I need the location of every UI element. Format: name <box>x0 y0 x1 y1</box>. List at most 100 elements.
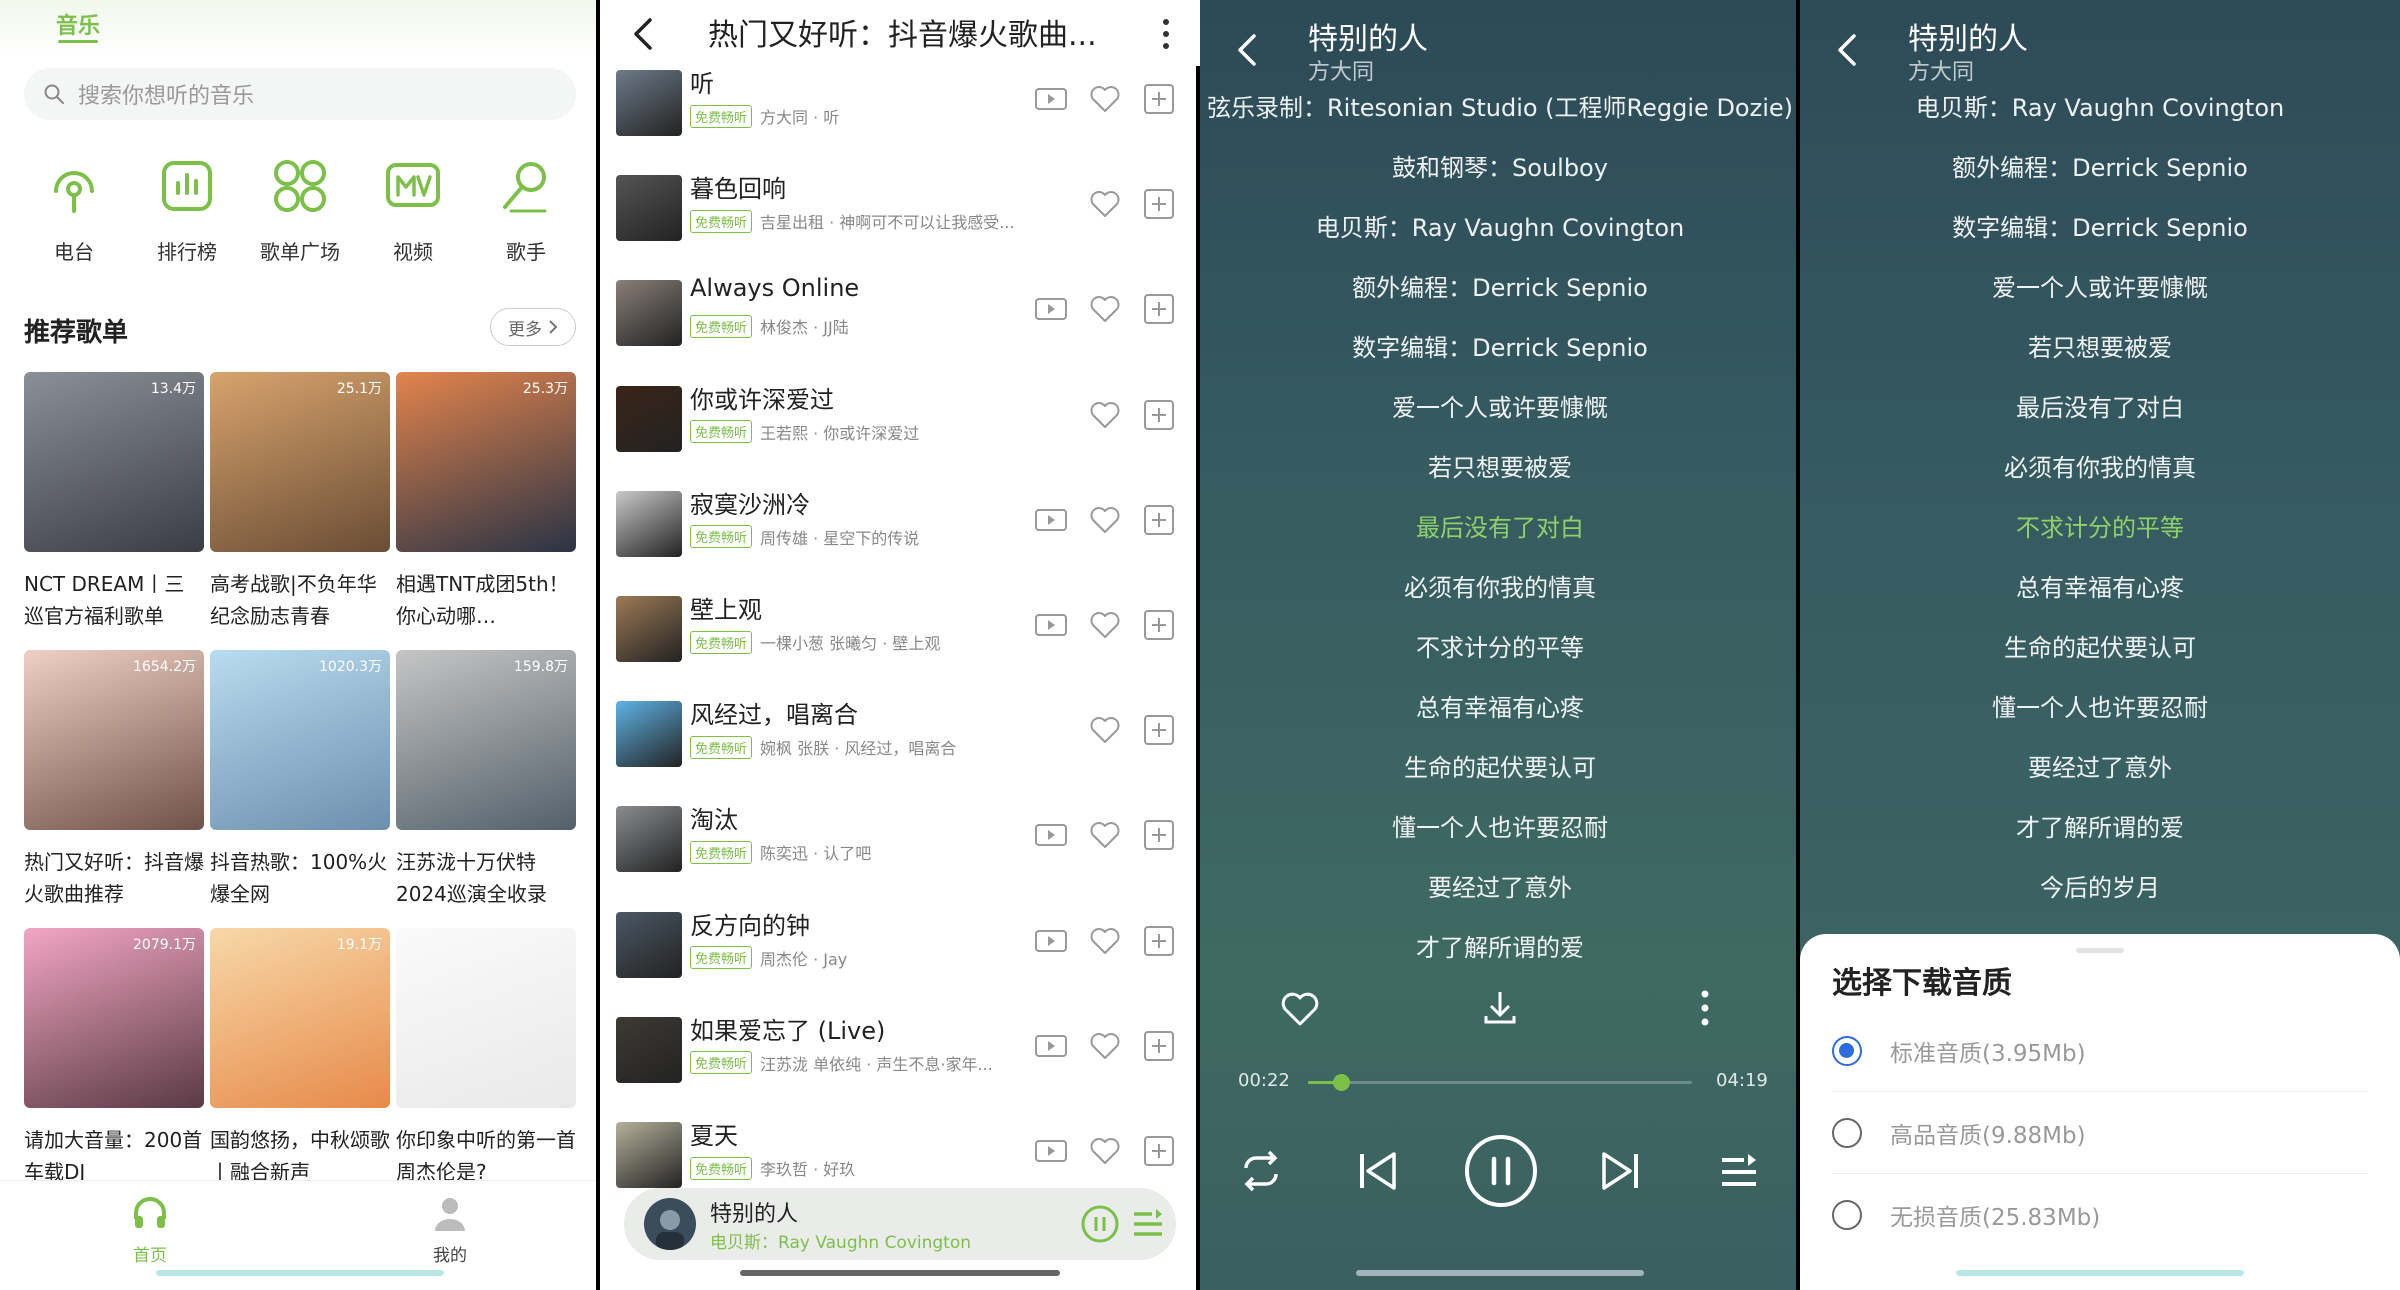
heart-icon[interactable] <box>1088 82 1122 116</box>
free-badge: 免费畅听 <box>690 104 753 128</box>
song-row[interactable]: 壁上观 免费畅听 一棵小葱 张曦匀 · 壁上观 <box>600 588 1200 693</box>
quick-link-charts[interactable]: 排行榜 <box>137 150 237 265</box>
add-icon[interactable] <box>1142 187 1176 221</box>
playlist-queue-icon[interactable] <box>1714 1146 1764 1196</box>
tab-music[interactable]: 音乐 <box>56 8 100 40</box>
song-row[interactable]: 寂寞沙洲冷 免费畅听 周传雄 · 星空下的传说 <box>600 483 1200 588</box>
mv-play-icon[interactable] <box>1034 818 1068 852</box>
more-vertical-icon[interactable] <box>1160 18 1172 50</box>
playlist-card[interactable]: 13.4万 NCT DREAM丨三巡官方福利歌单 <box>24 372 204 632</box>
song-row[interactable]: 风经过，唱离合 免费畅听 婉枫 张朕 · 风经过，唱离合 <box>600 693 1200 798</box>
song-row[interactable]: 如果爱忘了 (Live) 免费畅听 汪苏泷 单依纯 · 声生不息·家年... <box>600 1009 1200 1114</box>
mini-player[interactable]: 特别的人 电贝斯：Ray Vaughn Covington <box>624 1188 1176 1260</box>
radio-button[interactable] <box>1832 1118 1862 1148</box>
more-button[interactable]: 更多 <box>490 308 576 346</box>
nav-home[interactable]: 首页 <box>100 1193 200 1266</box>
back-arrow-icon[interactable] <box>624 14 664 54</box>
song-row[interactable]: 反方向的钟 免费畅听 周杰伦 · Jay <box>600 904 1200 1009</box>
back-arrow-icon[interactable] <box>1828 30 1868 70</box>
song-row[interactable]: 你或许深爱过 免费畅听 王若熙 · 你或许深爱过 <box>600 378 1200 483</box>
play-count: 25.3万 <box>522 381 568 397</box>
playlist-card[interactable]: 你印象中听的第一首周杰伦是? <box>396 928 576 1188</box>
quick-link-singers[interactable]: 歌手 <box>476 150 576 265</box>
mv-play-icon[interactable] <box>1034 1134 1068 1168</box>
lyric-line: 最后没有了对白 <box>2016 394 2184 422</box>
song-cover <box>616 701 682 768</box>
lyrics-view[interactable]: 电贝斯：Ray Vaughn Covington 额外编程：Derrick Sep… <box>1800 78 2400 918</box>
progress-knob[interactable] <box>1332 1074 1350 1091</box>
mv-play-icon[interactable] <box>1034 82 1068 116</box>
heart-icon[interactable] <box>1088 292 1122 326</box>
playlist-card[interactable]: 19.1万 国韵悠扬，中秋颂歌丨融合新声 <box>210 928 390 1188</box>
playlist-card[interactable]: 25.1万 高考战歌|不负年华纪念励志青春 <box>210 372 390 632</box>
song-row[interactable]: 淘汰 免费畅听 陈奕迅 · 认了吧 <box>600 798 1200 903</box>
radio-button[interactable] <box>1832 1036 1862 1066</box>
quality-option[interactable]: 标准音质(3.95Mb) <box>1832 1010 2368 1092</box>
previous-icon[interactable] <box>1352 1146 1402 1196</box>
heart-icon[interactable] <box>1088 1134 1122 1168</box>
heart-icon[interactable] <box>1088 818 1122 852</box>
chart-icon <box>162 161 212 211</box>
queue-icon[interactable] <box>1128 1204 1168 1244</box>
repeat-icon[interactable] <box>1236 1146 1286 1196</box>
playlist-card[interactable]: 1654.2万 热门又好听：抖音爆火歌曲推荐 <box>24 650 204 910</box>
quality-option[interactable]: 高品音质(9.88Mb) <box>1832 1092 2368 1174</box>
mv-play-icon[interactable] <box>1034 503 1068 537</box>
add-icon[interactable] <box>1142 818 1176 852</box>
lyric-line: 才了解所谓的爱 <box>1416 934 1584 962</box>
heart-icon[interactable] <box>1088 398 1122 432</box>
add-icon[interactable] <box>1142 924 1176 958</box>
mv-play-icon[interactable] <box>1034 1029 1068 1063</box>
pause-icon[interactable] <box>1464 1134 1538 1208</box>
free-badge: 免费畅听 <box>690 735 753 759</box>
song-row[interactable]: 听免费畅听 方大同 · 听 <box>600 62 1200 167</box>
download-icon[interactable] <box>1478 986 1522 1030</box>
more-vertical-icon[interactable] <box>1698 986 1712 1030</box>
playlist-card[interactable]: 25.3万 相遇TNT成团5th！你心动哪… <box>396 372 576 632</box>
add-icon[interactable] <box>1142 292 1176 326</box>
free-badge: 免费畅听 <box>690 209 753 233</box>
back-arrow-icon[interactable] <box>1228 30 1268 70</box>
song-title: 寂寞沙洲冷 <box>690 490 810 519</box>
song-title: 如果爱忘了 (Live) <box>690 1016 886 1045</box>
heart-icon[interactable] <box>1088 924 1122 958</box>
quick-link-video[interactable]: 视频 <box>363 150 463 265</box>
progress-slider[interactable] <box>1308 1074 1692 1091</box>
radio-button[interactable] <box>1832 1200 1862 1230</box>
add-icon[interactable] <box>1142 713 1176 747</box>
playlist-card[interactable]: 2079.1万 请加大音量：200首车载DJ <box>24 928 204 1188</box>
pause-icon[interactable] <box>1080 1204 1120 1244</box>
nav-mine[interactable]: 我的 <box>400 1193 500 1266</box>
heart-icon[interactable] <box>1278 986 1322 1030</box>
playlist-card[interactable]: 159.8万 汪苏泷十万伏特2024巡演全收录 <box>396 650 576 910</box>
add-icon[interactable] <box>1142 398 1176 432</box>
song-artist-album: 方大同 · 听 <box>760 108 840 127</box>
song-title: 特别的人 <box>1308 22 1428 57</box>
next-icon[interactable] <box>1596 1146 1646 1196</box>
add-icon[interactable] <box>1142 608 1176 642</box>
heart-icon[interactable] <box>1088 713 1122 747</box>
total-time: 04:19 <box>1716 1070 1768 1091</box>
sheet-handle[interactable] <box>2076 948 2124 953</box>
quality-option[interactable]: 无损音质(25.83Mb) <box>1832 1174 2368 1256</box>
quick-link-playlists[interactable]: 歌单广场 <box>250 150 350 265</box>
add-icon[interactable] <box>1142 1134 1176 1168</box>
search-input[interactable]: 搜索你想听的音乐 <box>24 68 576 120</box>
download-quality-sheet: 选择下载音质 标准音质(3.95Mb) 高品音质(9.88Mb) 无损音质(25.8… <box>1800 934 2400 1290</box>
heart-icon[interactable] <box>1088 187 1122 221</box>
mv-play-icon[interactable] <box>1034 292 1068 326</box>
add-icon[interactable] <box>1142 82 1176 116</box>
add-icon[interactable] <box>1142 503 1176 537</box>
heart-icon[interactable] <box>1088 1029 1122 1063</box>
heart-icon[interactable] <box>1088 503 1122 537</box>
song-row[interactable]: Always Online 免费畅听 林俊杰 · JJ陆 <box>600 272 1200 377</box>
quick-link-radio[interactable]: 电台 <box>24 150 124 265</box>
song-row[interactable]: 暮色回响 免费畅听 吉星出租 · 神啊可不可以让我感受... <box>600 167 1200 272</box>
mv-play-icon[interactable] <box>1034 608 1068 642</box>
lyrics-view[interactable]: 弦乐录制：Ritesonian Studio (工程师Reggie Dozie)… <box>1200 78 1800 978</box>
heart-icon[interactable] <box>1088 608 1122 642</box>
add-icon[interactable] <box>1142 1029 1176 1063</box>
mv-play-icon[interactable] <box>1034 924 1068 958</box>
song-title: 听 <box>690 70 714 98</box>
playlist-card[interactable]: 1020.3万 抖音热歌：100%火爆全网 <box>210 650 390 910</box>
